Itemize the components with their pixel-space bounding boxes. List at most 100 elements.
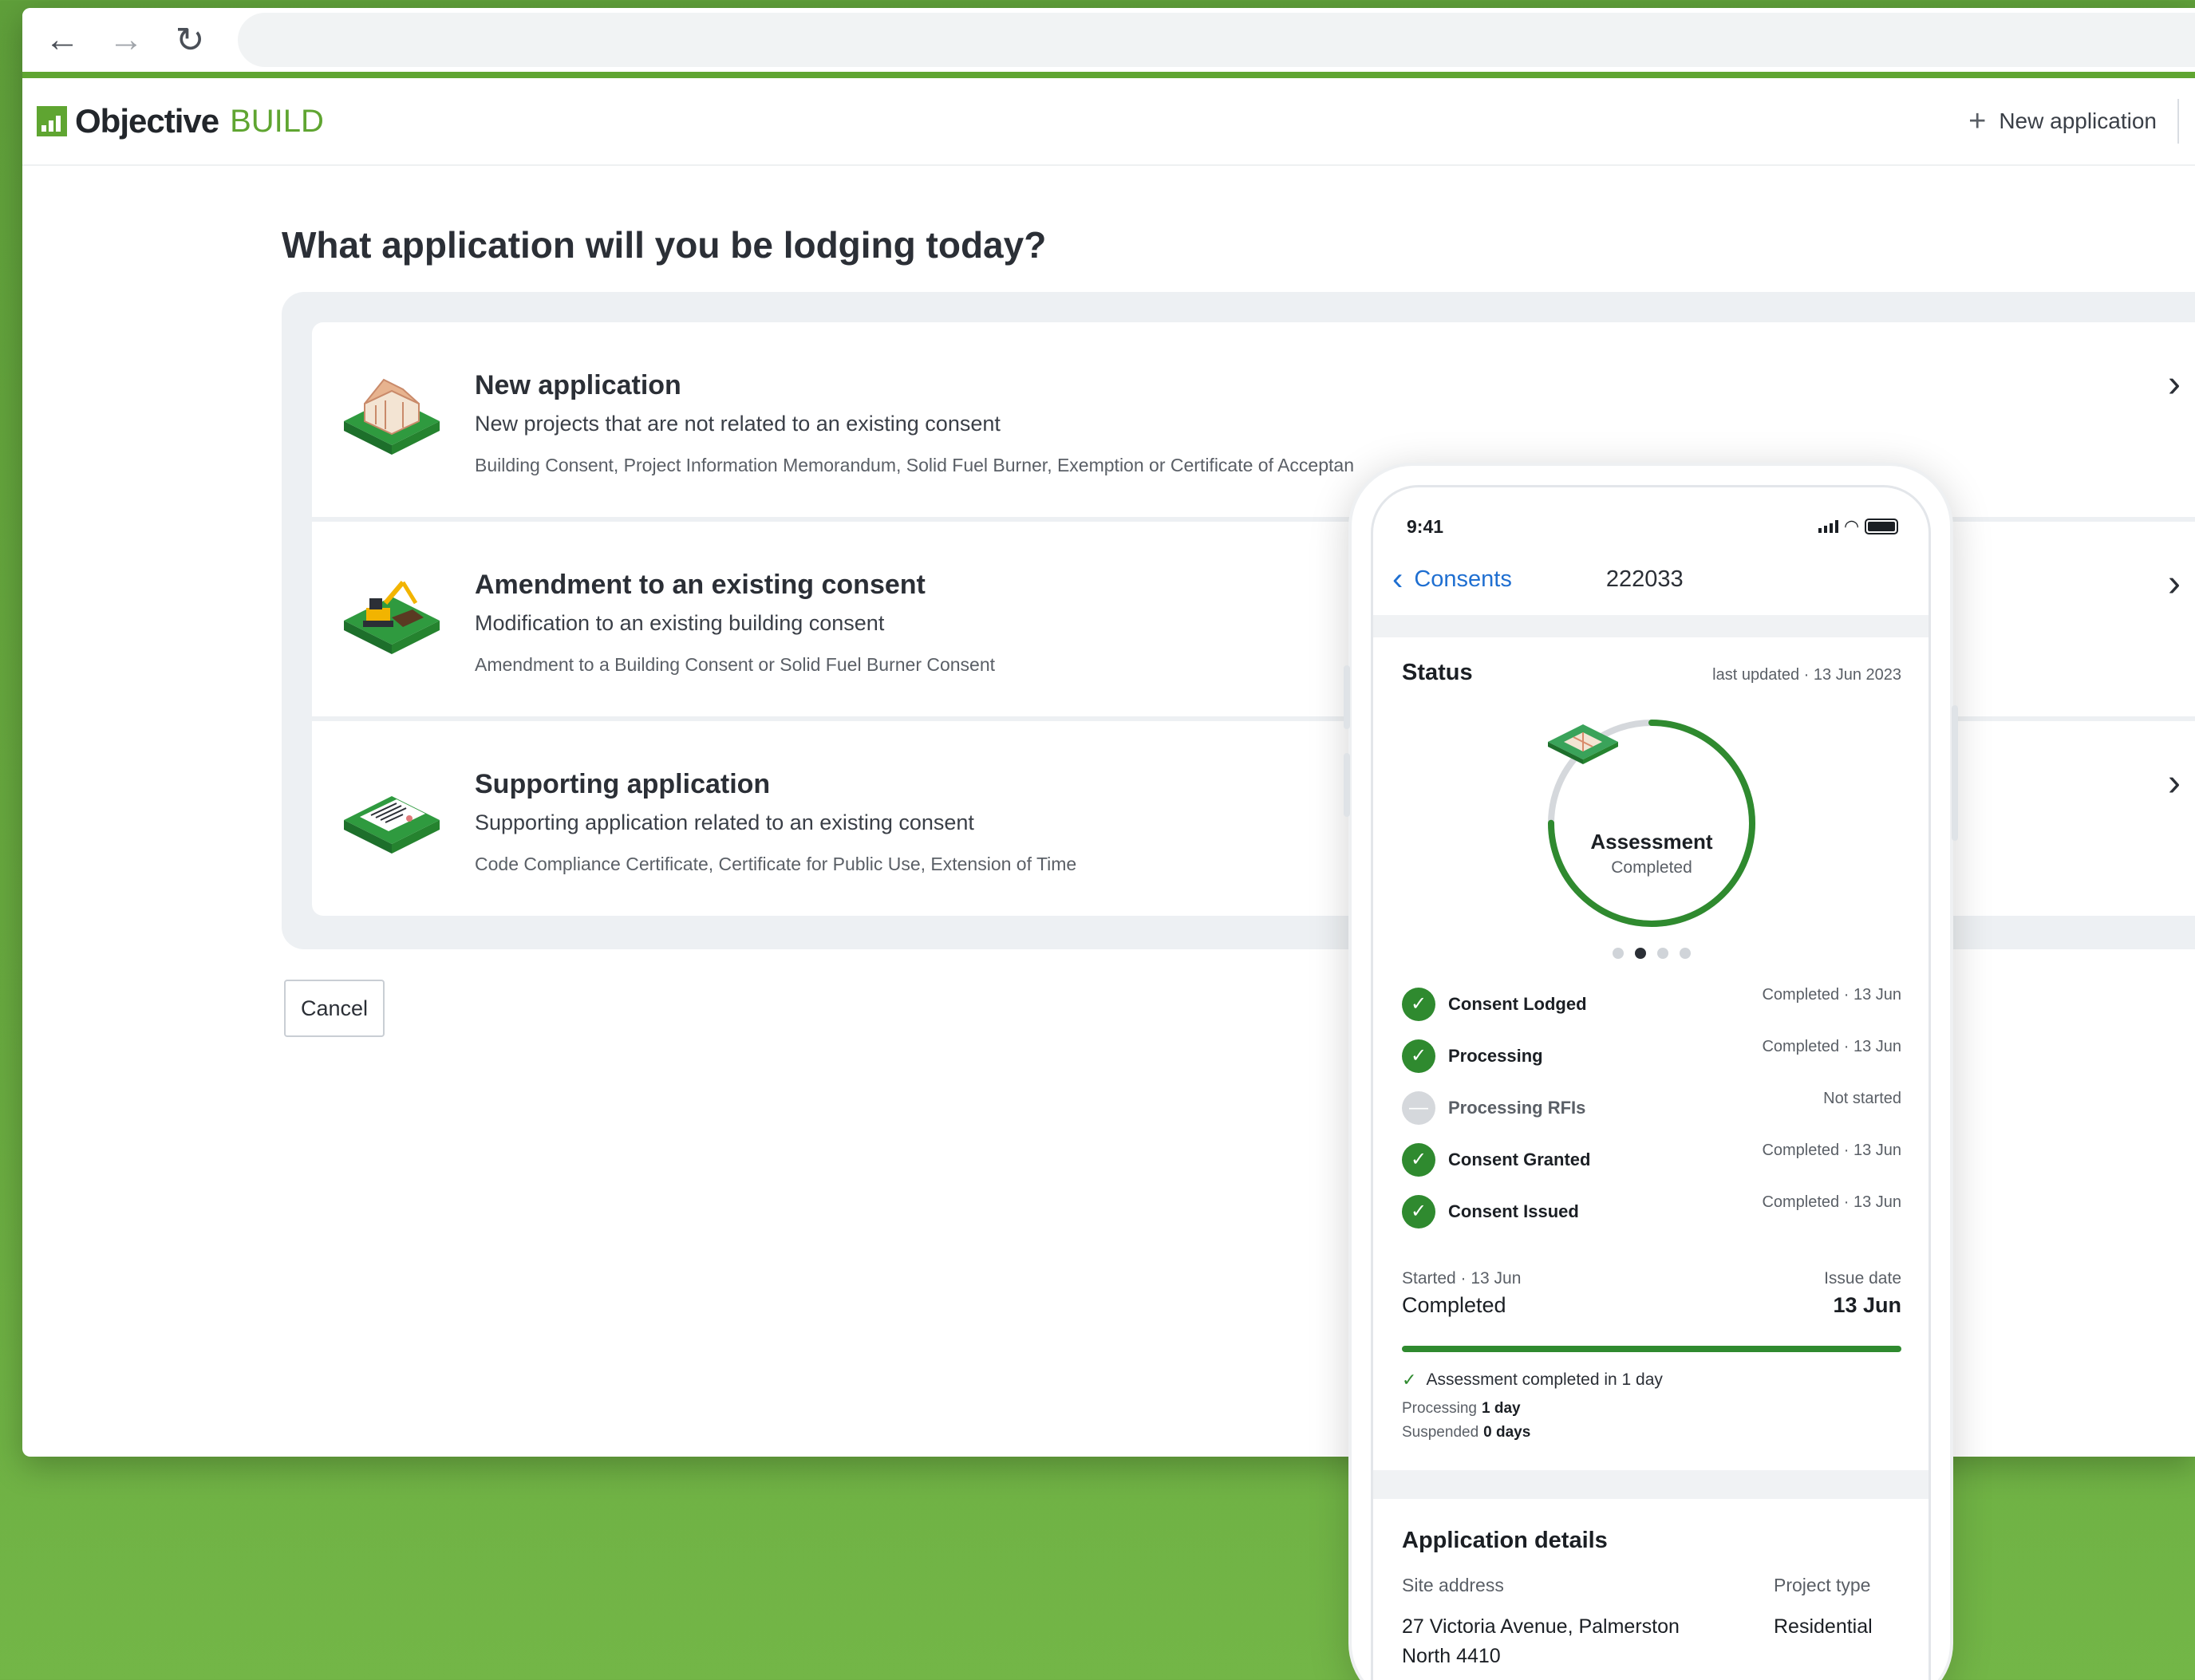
step-name: Processing RFIs: [1448, 1097, 1586, 1118]
card-subtitle: Supporting application related to an exi…: [475, 810, 974, 834]
project-type-value: Residential: [1774, 1615, 1873, 1638]
assessment-summary: ✓ Assessment completed in 1 day: [1402, 1370, 1901, 1390]
step-status: Completed · 13 Jun: [1762, 1038, 1901, 1055]
house-frame-icon: [344, 378, 440, 455]
step-row: ✓ Consent Granted Completed · 13 Jun: [1402, 1134, 1901, 1185]
assessment-ring: Assessment Completed: [1543, 715, 1760, 932]
phone-status-bar: 9:41 ◠: [1373, 487, 1929, 543]
section-divider: [1373, 1470, 1929, 1499]
project-type-label: Project type: [1774, 1575, 1871, 1595]
details-title: Application details: [1402, 1528, 1608, 1553]
step-status: Completed · 13 Jun: [1762, 986, 1901, 1004]
step-status: Not started: [1823, 1090, 1901, 1107]
step-row: ✓ Consent Lodged Completed · 13 Jun: [1402, 978, 1901, 1030]
processing-label: Processing: [1402, 1400, 1477, 1417]
logo-build-text: BUILD: [230, 103, 324, 139]
check-circle-icon: ✓: [1402, 1194, 1435, 1228]
phone-mockup: 9:41 ◠ ‹ Consents 222033 Status last upd…: [1344, 463, 1958, 1680]
chevron-right-icon: ›: [2168, 363, 2181, 405]
page-title: What application will you be lodging tod…: [282, 224, 1047, 266]
back-consents-link[interactable]: Consents: [1414, 566, 1512, 593]
carousel-dot[interactable]: [1657, 948, 1668, 959]
step-row: ✓ Consent Issued Completed · 13 Jun: [1402, 1185, 1901, 1237]
address-bar[interactable]: [238, 13, 2195, 67]
cancel-button[interactable]: Cancel: [284, 980, 385, 1037]
check-icon: ✓: [1402, 1370, 1417, 1390]
cellular-signal-icon: [1818, 520, 1839, 533]
timeline-summary: Started · 13 Jun Completed Issue date 13…: [1402, 1269, 1901, 1341]
phone-nav-bar: ‹ Consents 222033: [1373, 543, 1929, 637]
phone-screen: 9:41 ◠ ‹ Consents 222033 Status last upd…: [1371, 485, 1931, 1680]
suspended-value: 0 days: [1483, 1424, 1531, 1441]
phone-time: 9:41: [1407, 515, 1444, 537]
back-arrow-icon[interactable]: ←: [30, 8, 94, 75]
card-application-list: Code Compliance Certificate, Certificate…: [475, 854, 1077, 874]
processing-stat: Processing 1 day: [1402, 1400, 1901, 1418]
step-status: Completed · 13 Jun: [1762, 1193, 1901, 1211]
timeline-state: Completed: [1402, 1293, 1506, 1317]
excavator-icon: [344, 581, 440, 654]
card-subtitle: Modification to an existing building con…: [475, 611, 885, 635]
processing-value: 1 day: [1482, 1400, 1521, 1417]
last-updated: last updated · 13 Jun 2023: [1712, 666, 1901, 684]
app-header: Objective BUILD + New application: [22, 78, 2195, 166]
ring-sub-label: Completed: [1611, 858, 1692, 877]
new-application-link-label: New application: [1999, 108, 2157, 133]
step-name: Consent Granted: [1448, 1149, 1591, 1169]
step-row: — Processing RFIs Not started: [1402, 1082, 1901, 1134]
timeline-progress-bar: [1402, 1346, 1901, 1352]
card-title: New application: [475, 370, 681, 400]
application-details: Application details Site address 27 Vict…: [1373, 1499, 1929, 1671]
carousel-dot[interactable]: [1680, 948, 1691, 959]
card-title: Supporting application: [475, 769, 771, 799]
step-name: Processing: [1448, 1045, 1543, 1066]
chevron-right-icon: ›: [2168, 562, 2181, 605]
ring-label: Assessment: [1590, 830, 1713, 854]
site-address-value: 27 Victoria Avenue, Palmerston North 441…: [1402, 1615, 1680, 1667]
card-application-list: Amendment to a Building Consent or Solid…: [475, 654, 996, 675]
step-row: ✓ Processing Completed · 13 Jun: [1402, 1030, 1901, 1082]
battery-icon: [1865, 519, 1898, 534]
check-circle-icon: ✓: [1402, 1039, 1435, 1073]
phone-power-button: [1952, 705, 1958, 841]
card-application-list: Building Consent, Project Information Me…: [475, 455, 1354, 475]
timeline-progress-fill: [1402, 1346, 1901, 1352]
carousel-dot-active[interactable]: [1635, 948, 1646, 959]
plus-icon: +: [1968, 104, 1987, 138]
wifi-icon: ◠: [1845, 516, 1858, 536]
new-application-link[interactable]: + New application: [1968, 105, 2157, 139]
logo-bars-icon: [37, 106, 67, 136]
logo-wordmark: Objective: [75, 102, 219, 140]
phone-side-button: [1344, 753, 1350, 817]
step-status: Completed · 13 Jun: [1762, 1142, 1901, 1159]
header-divider: [2177, 99, 2179, 144]
objective-build-logo[interactable]: Objective BUILD: [37, 102, 324, 140]
minus-circle-icon: —: [1402, 1090, 1435, 1125]
back-chevron-icon[interactable]: ‹: [1392, 562, 1403, 597]
check-circle-icon: ✓: [1402, 987, 1435, 1021]
suspended-stat: Suspended 0 days: [1402, 1424, 1901, 1441]
assessment-summary-text: Assessment completed in 1 day: [1426, 1370, 1663, 1389]
suspended-label: Suspended: [1402, 1424, 1479, 1441]
forward-arrow-icon[interactable]: →: [94, 8, 158, 75]
chevron-right-icon: ›: [2168, 762, 2181, 804]
browser-toolbar: ← → ↻: [22, 8, 2195, 78]
step-name: Consent Lodged: [1448, 993, 1587, 1014]
carousel-dots[interactable]: [1402, 948, 1901, 959]
status-section: Status last updated · 13 Jun 2023 Assess…: [1373, 637, 1929, 1441]
started-label: Started · 13 Jun: [1402, 1269, 1522, 1288]
issue-date-value: 13 Jun: [1833, 1293, 1901, 1317]
consent-number: 222033: [1605, 566, 1684, 592]
check-circle-icon: ✓: [1402, 1142, 1435, 1177]
issue-date-label: Issue date: [1824, 1269, 1901, 1288]
site-address-label: Site address: [1402, 1575, 1504, 1595]
floorplan-icon: [1548, 724, 1618, 764]
status-steps: ✓ Consent Lodged Completed · 13 Jun ✓ Pr…: [1402, 978, 1901, 1237]
phone-side-button: [1344, 665, 1350, 729]
card-title: Amendment to an existing consent: [475, 570, 926, 600]
document-icon: [344, 796, 440, 854]
step-name: Consent Issued: [1448, 1201, 1579, 1221]
status-title: Status: [1402, 660, 1473, 685]
carousel-dot[interactable]: [1613, 948, 1624, 959]
reload-icon[interactable]: ↻: [158, 8, 222, 75]
